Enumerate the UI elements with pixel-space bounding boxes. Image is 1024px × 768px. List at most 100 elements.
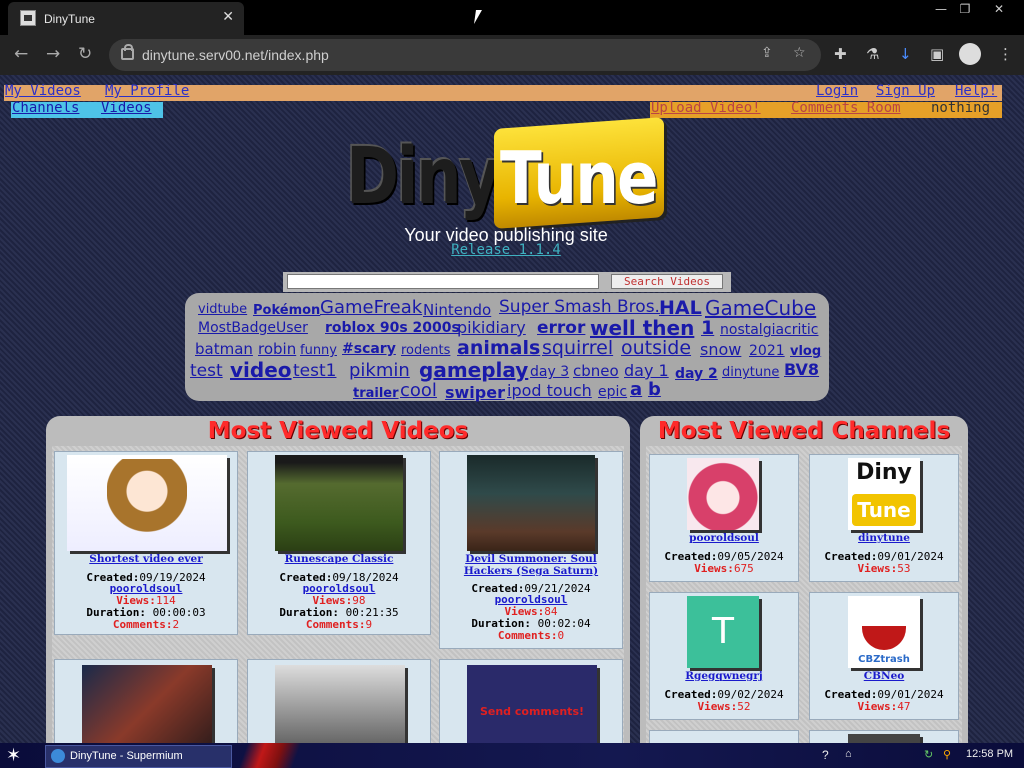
tag-link[interactable]: pikidiary [457,320,526,336]
search-videos-button[interactable]: Search Videos [611,274,723,289]
tag-link[interactable]: 2021 [749,344,785,358]
tag-link[interactable]: 1 [701,319,714,338]
tag-link[interactable]: GameCube [705,298,816,318]
video-card[interactable]: Runescape Classic Created:09/18/2024 poo… [247,451,431,635]
tag-link[interactable]: BV8 [784,362,819,378]
channel-name[interactable]: Rgegqwnegrj [650,670,798,682]
video-card[interactable] [54,659,238,743]
lab-flask-icon[interactable]: ⚗ [866,45,879,63]
tag-link[interactable]: cool [400,382,437,400]
tag-link[interactable]: trailer [353,387,399,400]
tag-link[interactable]: day 1 [624,363,669,379]
sidepanel-icon[interactable]: ▣ [930,45,944,63]
restore-button[interactable]: ❐ [950,0,980,20]
reload-icon[interactable]: ↻ [78,44,92,64]
taskbar-app-button[interactable]: DinyTune - Supermium [45,745,232,768]
video-card[interactable]: Devil Summoner: Soul Hackers (Sega Satur… [439,451,623,649]
tag-link[interactable]: batman [195,342,253,357]
tag-link[interactable]: day 3 [530,365,569,379]
address-bar[interactable]: dinytune.serv00.net/index.php ⇪ ☆ [109,39,821,71]
channel-name[interactable]: dinytune [810,532,958,544]
tag-link[interactable]: dinytune [722,366,779,379]
tag-link[interactable]: nostalgiacritic [720,323,818,337]
tag-link[interactable]: epic [598,385,627,399]
close-window-button[interactable]: ✕ [984,0,1014,20]
channel-avatar[interactable] [687,458,759,530]
channel-name[interactable]: CBNeo [810,670,958,682]
tag-link[interactable]: error [537,320,585,337]
tag-link[interactable]: vlog [790,345,821,358]
tag-link[interactable]: rodents [401,344,450,357]
browser-tab[interactable]: DinyTune ✕ [8,2,244,35]
channel-card[interactable]: CBZtrash CBNeo Created:09/01/2024 Views:… [809,592,959,720]
tag-link[interactable]: day 2 [675,367,718,381]
video-card[interactable]: Shortest video ever Created:09/19/2024 p… [54,451,238,635]
tag-link[interactable]: animals [457,339,540,358]
tag-link[interactable]: test [190,363,223,380]
release-link[interactable]: Release 1.1.4 [0,242,1012,258]
channels-link[interactable]: Channels [12,100,79,116]
bookmark-star-icon[interactable]: ☆ [793,45,806,61]
channel-card[interactable]: T Rgegqwnegrj Created:09/02/2024 Views:5… [649,592,799,720]
extensions-icon[interactable]: ✚ [834,45,847,63]
my-videos-link[interactable]: My Videos [5,83,81,99]
channel-avatar[interactable]: CBZtrash [848,596,920,668]
video-thumbnail[interactable] [275,455,403,551]
tag-link[interactable]: Nintendo [423,303,491,318]
tag-link[interactable]: Pokémon [253,304,320,317]
tag-link[interactable]: GameFreak [320,299,422,317]
channel-avatar[interactable]: T [687,596,759,668]
login-link[interactable]: Login [816,83,858,99]
forward-icon[interactable]: → [46,44,60,64]
tag-link[interactable]: test1 [293,363,336,380]
search-input[interactable] [287,274,599,289]
url-text[interactable]: dinytune.serv00.net/index.php [142,47,329,63]
channel-name[interactable]: pooroldsoul [650,532,798,544]
video-card[interactable]: Send comments! [439,659,623,743]
video-thumbnail[interactable] [275,665,405,743]
video-thumbnail[interactable] [467,455,595,551]
channel-card[interactable] [809,730,959,743]
tag-link[interactable]: snow [700,342,741,358]
channel-card[interactable]: pooroldsoul Created:09/05/2024 Views:675 [649,454,799,582]
tag-link[interactable]: well then [590,318,694,338]
tag-link[interactable]: squirrel [542,339,613,358]
channel-card[interactable]: Diny Tune dinytune Created:09/01/2024 Vi… [809,454,959,582]
tag-link[interactable]: vidtube [198,303,247,316]
tag-link[interactable]: swiper [445,385,505,401]
tab-close-icon[interactable]: ✕ [222,9,234,25]
profile-avatar-icon[interactable] [959,43,981,65]
video-thumbnail[interactable] [82,665,212,743]
video-thumbnail[interactable]: Send comments! [467,665,597,743]
tag-link[interactable]: video [230,360,292,380]
tag-link[interactable]: MostBadgeUser [198,321,308,335]
network-tray-icon[interactable]: ⌂ [845,748,852,760]
tag-link[interactable]: Super Smash Bros. [499,299,660,316]
share-icon[interactable]: ⇪ [761,45,773,61]
tag-link[interactable]: funny [300,344,337,357]
help-tray-icon[interactable]: ? [822,748,829,762]
tag-link[interactable]: robin [258,342,296,357]
channel-avatar[interactable]: Diny Tune [848,458,920,530]
download-icon[interactable]: ↓ [899,45,912,63]
video-thumbnail[interactable] [67,455,227,551]
upload-video-link[interactable]: Upload Video! [651,100,761,116]
menu-kebab-icon[interactable]: ⋮ [998,45,1013,63]
channel-avatar[interactable] [848,734,920,743]
video-title[interactable]: Runescape Classic [248,553,430,565]
help-link[interactable]: Help! [955,83,997,99]
tag-link[interactable]: outside [621,339,691,358]
video-title[interactable]: Devil Summoner: Soul Hackers (Sega Satur… [440,553,622,577]
signup-link[interactable]: Sign Up [876,83,935,99]
video-card[interactable] [247,659,431,743]
tag-link[interactable]: ipod touch [507,383,592,399]
tag-link[interactable]: cbneo [573,364,619,379]
dinytune-logo[interactable]: Diny Tune [346,117,666,229]
my-profile-link[interactable]: My Profile [105,83,189,99]
video-title[interactable]: Shortest video ever [55,553,237,565]
tag-link[interactable]: pikmin [349,362,410,380]
tag-link[interactable]: b [648,381,661,399]
channel-card[interactable] [649,730,799,743]
comments-room-link[interactable]: Comments Room [791,100,901,116]
tag-link[interactable]: #scary [342,342,396,356]
